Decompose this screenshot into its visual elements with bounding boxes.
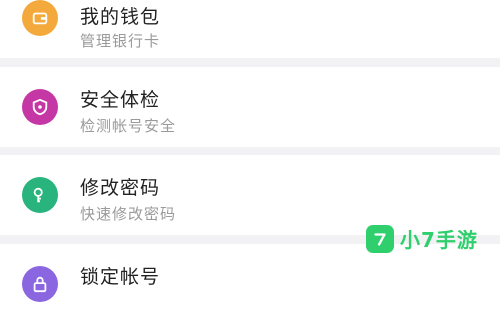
list-item-change-password[interactable]: 修改密码 快速修改密码	[0, 155, 500, 235]
list-item-wallet[interactable]: 我的钱包 管理银行卡	[0, 0, 500, 58]
item-title: 我的钱包	[80, 6, 161, 28]
shield-icon	[22, 89, 58, 125]
item-subtitle: 管理银行卡	[80, 32, 161, 50]
key-icon	[22, 177, 58, 213]
item-title: 修改密码	[80, 177, 161, 199]
watermark-text: 小7手游	[400, 228, 478, 252]
item-subtitle: 快速修改密码	[80, 205, 177, 223]
item-title: 安全体检	[80, 89, 161, 111]
lock-icon	[22, 266, 58, 302]
item-title: 锁定帐号	[80, 266, 161, 288]
list-item-lock-account[interactable]: 锁定帐号	[0, 244, 500, 324]
wallet-icon	[22, 0, 58, 36]
watermark-logo-icon	[366, 224, 394, 253]
list-item-security-check[interactable]: 安全体检 检测帐号安全	[0, 67, 500, 147]
item-subtitle: 检测帐号安全	[80, 117, 177, 135]
watermark: 小7手游	[366, 224, 478, 253]
